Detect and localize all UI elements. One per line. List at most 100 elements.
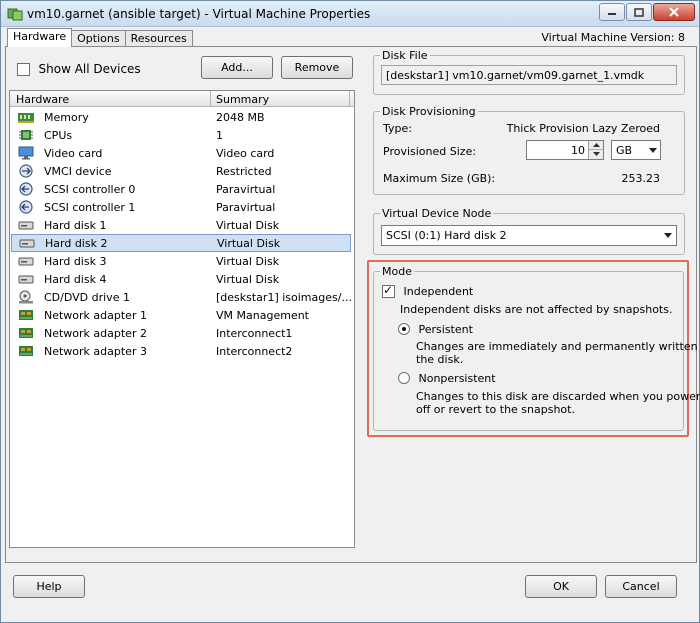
hardware-list[interactable]: Hardware Summary Memory 2048 MB CPUs 1 V…	[9, 90, 355, 548]
hardware-summary: Restricted	[216, 165, 272, 178]
hardware-summary: 1	[216, 129, 223, 142]
ok-button[interactable]: OK	[525, 575, 597, 598]
hardware-summary: Virtual Disk	[216, 255, 280, 268]
provisioned-size-value[interactable]: 10	[571, 144, 585, 157]
hardware-row-hard-disk-1[interactable]: Hard disk 1 Virtual Disk	[10, 216, 354, 234]
memory-icon	[18, 113, 34, 123]
stepper-buttons	[588, 141, 603, 159]
hardware-summary: Virtual Disk	[217, 237, 281, 250]
cancel-button[interactable]: Cancel	[605, 575, 677, 598]
hard-disk-icon	[19, 239, 35, 248]
nonpersistent-label: Nonpersistent	[418, 371, 496, 385]
independent-row[interactable]: Independent	[382, 283, 474, 298]
independent-checkbox[interactable]	[382, 283, 395, 298]
provisioned-size-stepper[interactable]: 10	[526, 140, 604, 160]
nonpersistent-description-line-2: off or revert to the snapshot.	[416, 403, 575, 416]
disk-provisioning-group: Disk Provisioning Type: Thick Provision …	[373, 105, 685, 195]
hardware-row-network-adapter-1[interactable]: Network adapter 1 VM Management	[10, 306, 354, 324]
stepper-up-button[interactable]	[589, 141, 603, 150]
hardware-row-cd-dvd-drive-1[interactable]: CD/DVD drive 1 [deskstar1] isoimages/...	[10, 288, 354, 306]
show-all-devices-label: Show All Devices	[38, 62, 141, 76]
minimize-button[interactable]	[599, 3, 625, 21]
persistent-label: Persistent	[418, 322, 473, 336]
hardware-name: CPUs	[44, 129, 73, 142]
hardware-summary: [deskstar1] isoimages/...	[216, 291, 352, 304]
show-all-devices-checkbox[interactable]	[17, 62, 30, 76]
hardware-row-hard-disk-2[interactable]: Hard disk 2 Virtual Disk	[11, 234, 351, 252]
scsi-icon	[19, 200, 33, 214]
network-adapter-icon	[19, 328, 33, 338]
hardware-row-video-card[interactable]: Video card Video card	[10, 144, 354, 162]
hardware-row-hard-disk-3[interactable]: Hard disk 3 Virtual Disk	[10, 252, 354, 270]
column-header-summary[interactable]: Summary	[216, 93, 269, 106]
cd-dvd-icon	[19, 290, 33, 304]
tab-resources[interactable]: Resources	[124, 30, 193, 47]
hardware-summary: Video card	[216, 147, 275, 160]
hardware-row-scsi-controller-0[interactable]: SCSI controller 0 Paravirtual	[10, 180, 354, 198]
chevron-down-icon	[592, 152, 600, 156]
disk-file-label: Disk File	[380, 49, 430, 62]
column-separator	[210, 91, 211, 107]
hardware-name: Hard disk 4	[44, 273, 107, 286]
close-icon	[669, 7, 679, 17]
hardware-summary: Interconnect1	[216, 327, 293, 340]
add-device-button[interactable]: Add...	[201, 56, 273, 79]
hardware-summary: Paravirtual	[216, 201, 276, 214]
maximize-button[interactable]	[626, 3, 652, 21]
hardware-name: SCSI controller 0	[44, 183, 136, 196]
hardware-list-header: Hardware Summary	[10, 91, 354, 107]
stepper-down-button[interactable]	[589, 150, 603, 158]
independent-label: Independent	[403, 284, 474, 298]
hardware-row-network-adapter-3[interactable]: Network adapter 3 Interconnect2	[10, 342, 354, 360]
hard-disk-icon	[18, 275, 34, 284]
virtual-device-node-value: SCSI (0:1) Hard disk 2	[386, 229, 507, 242]
hard-disk-icon	[18, 257, 34, 266]
disk-file-group: Disk File [deskstar1] vm10.garnet/vm09.g…	[373, 49, 685, 95]
hardware-summary: 2048 MB	[216, 111, 265, 124]
hardware-row-hard-disk-4[interactable]: Hard disk 4 Virtual Disk	[10, 270, 354, 288]
hardware-name: Hard disk 1	[44, 219, 107, 232]
nonpersistent-row[interactable]: Nonpersistent	[398, 371, 496, 385]
persistent-description-line-1: Changes are immediately and permanently …	[416, 340, 700, 353]
hardware-name: Network adapter 2	[44, 327, 147, 340]
show-all-devices-row[interactable]: Show All Devices	[17, 62, 141, 76]
scsi-icon	[19, 182, 33, 196]
hardware-row-memory[interactable]: Memory 2048 MB	[10, 108, 354, 126]
title-bar[interactable]: vm10.garnet (ansible target) - Virtual M…	[1, 1, 699, 27]
persistent-radio[interactable]	[398, 323, 410, 335]
virtual-device-node-dropdown-button[interactable]	[660, 226, 676, 245]
hardware-summary: Virtual Disk	[216, 219, 280, 232]
hardware-name: CD/DVD drive 1	[44, 291, 130, 304]
hardware-row-cpus[interactable]: CPUs 1	[10, 126, 354, 144]
nonpersistent-description-line-1: Changes to this disk are discarded when …	[416, 390, 700, 403]
close-button[interactable]	[653, 3, 695, 21]
hardware-summary: Virtual Disk	[216, 273, 280, 286]
minimize-icon	[608, 13, 616, 15]
hardware-row-vmci-device[interactable]: VMCI device Restricted	[10, 162, 354, 180]
column-header-hardware[interactable]: Hardware	[16, 93, 69, 106]
nonpersistent-radio[interactable]	[398, 372, 410, 384]
disk-provisioning-label: Disk Provisioning	[380, 105, 478, 118]
tab-hardware[interactable]: Hardware	[7, 28, 73, 47]
size-unit-dropdown-button[interactable]	[645, 141, 660, 159]
vm-version-label: Virtual Machine Version: 8	[541, 31, 685, 44]
hardware-summary: VM Management	[216, 309, 309, 322]
remove-device-button[interactable]: Remove	[281, 56, 353, 79]
type-value: Thick Provision Lazy Zeroed	[506, 122, 660, 135]
hardware-name: Video card	[44, 147, 103, 160]
hardware-name: Network adapter 1	[44, 309, 147, 322]
hardware-name: Network adapter 3	[44, 345, 147, 358]
virtual-device-node-select[interactable]: SCSI (0:1) Hard disk 2	[381, 225, 677, 246]
help-button[interactable]: Help	[13, 575, 85, 598]
window-title: vm10.garnet (ansible target) - Virtual M…	[27, 7, 371, 21]
size-unit-select[interactable]: GB	[611, 140, 661, 160]
chevron-down-icon	[664, 233, 672, 238]
vm-app-icon	[7, 8, 23, 21]
chevron-down-icon	[648, 147, 657, 153]
persistent-row[interactable]: Persistent	[398, 322, 473, 336]
hardware-row-scsi-controller-1[interactable]: SCSI controller 1 Paravirtual	[10, 198, 354, 216]
tab-options[interactable]: Options	[71, 30, 126, 47]
hard-disk-icon	[18, 221, 34, 230]
hardware-row-network-adapter-2[interactable]: Network adapter 2 Interconnect1	[10, 324, 354, 342]
hardware-summary: Paravirtual	[216, 183, 276, 196]
